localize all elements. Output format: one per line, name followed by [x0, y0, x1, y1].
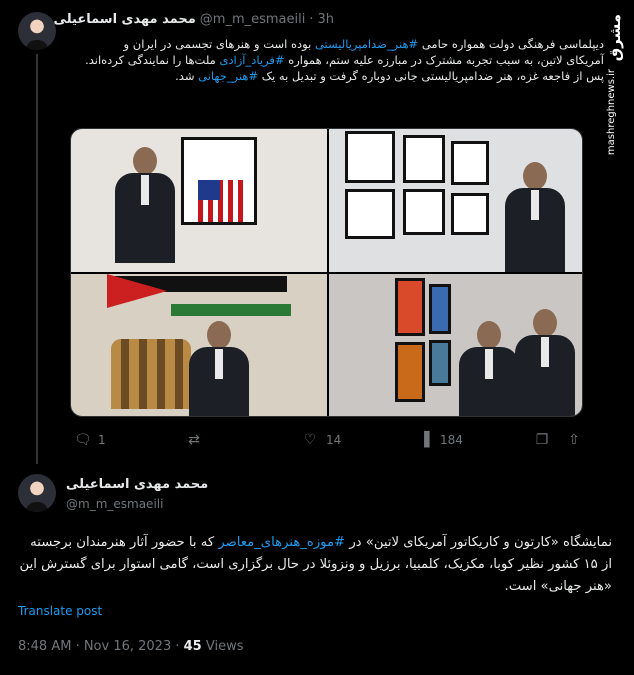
- views-icon: ▐: [418, 432, 430, 448]
- post-timestamp[interactable]: 8:48 AM · Nov 16, 2023 ·: [18, 639, 184, 654]
- page: محمد مهدی اسماعیلی @m_m_esmaeili · 3h دی…: [0, 0, 634, 675]
- like-button[interactable]: ♡ 14: [302, 432, 342, 448]
- views-label: Views: [201, 639, 244, 654]
- reply-icon: 🗨︎: [74, 432, 92, 448]
- hashtag-link[interactable]: #موزه_هنرهای_معاصر: [218, 535, 345, 550]
- hashtag-link[interactable]: #فریاد_آزادی: [219, 53, 284, 67]
- person: [189, 321, 249, 416]
- retweet-icon: ⇄: [188, 432, 200, 448]
- tweet1-actions: 🗨︎ 1 ⇄ ♡ 14 ▐ 184 ❐ ⇧: [74, 432, 584, 450]
- like-icon: ♡: [303, 432, 317, 448]
- tweet2-text: نمایشگاه «کارتون و کاریکاتور آمریکای لات…: [16, 532, 612, 598]
- cartoon-frame: [345, 131, 395, 183]
- author-name[interactable]: محمد مهدی اسماعیلی: [54, 12, 196, 27]
- photo-minister-flag-artwork[interactable]: [71, 129, 327, 272]
- text-segment: دیپلماسی فرهنگی دولت همواره حامی: [418, 37, 604, 51]
- views-count: 184: [440, 433, 463, 447]
- photo-cartoon-wall[interactable]: [329, 129, 582, 272]
- cartoon-frame: [451, 141, 489, 185]
- person: [505, 162, 565, 272]
- tweet1-header: محمد مهدی اسماعیلی @m_m_esmaeili · 3h: [54, 12, 334, 27]
- translate-post-link[interactable]: Translate post: [18, 604, 102, 618]
- reply-button[interactable]: 🗨︎ 1: [74, 432, 106, 448]
- cartoon-frame: [345, 189, 395, 239]
- bookmark-icon: ❐: [535, 432, 549, 448]
- separator-dot: ·: [309, 12, 314, 27]
- green-banner: [171, 304, 291, 316]
- sculpture-figures: [111, 339, 191, 409]
- author-handle[interactable]: @m_m_esmaeili: [200, 12, 306, 27]
- text-segment: شد.: [175, 69, 199, 83]
- views-button[interactable]: ▐ 184: [416, 432, 463, 448]
- timestamp[interactable]: 3h: [317, 12, 334, 27]
- avatar[interactable]: [18, 12, 56, 50]
- text-segment: ملت‌ها را نمایندگی کرده‌اند.: [85, 53, 220, 67]
- person: [459, 321, 519, 416]
- bookmark-button[interactable]: ❐: [534, 432, 550, 448]
- photo-palestine-sculpture[interactable]: [71, 274, 327, 416]
- retweet-button[interactable]: ⇄: [186, 432, 202, 448]
- watermark-logo: مشرق: [606, 14, 624, 62]
- like-count: 14: [326, 433, 342, 447]
- author-handle[interactable]: @m_m_esmaeili: [66, 497, 163, 511]
- text-segment: نمایشگاه «کارتون و کاریکاتور آمریکای لات…: [345, 535, 612, 550]
- views-count: 45: [183, 639, 202, 654]
- post-meta: 8:48 AM · Nov 16, 2023 · 45 Views: [18, 639, 243, 654]
- artwork-frame: [395, 342, 425, 402]
- text-segment: پس از فاجعه غزه، هنر ضدامپریالیستی جانی …: [258, 69, 604, 83]
- cartoon-frame: [451, 193, 489, 235]
- artwork-frame: [429, 284, 451, 334]
- artwork-frame: [395, 278, 425, 336]
- author-name[interactable]: محمد مهدی اسماعیلی: [66, 477, 208, 492]
- cartoon-frame: [403, 135, 445, 183]
- avatar[interactable]: [18, 474, 56, 512]
- thread-line: [36, 54, 38, 464]
- reply-count: 1: [98, 433, 106, 447]
- person: [115, 147, 181, 272]
- artwork-frame: [429, 340, 451, 386]
- person: [515, 309, 575, 416]
- share-icon: ⇧: [568, 432, 580, 448]
- photo-gallery-visit[interactable]: [329, 274, 582, 416]
- hashtag-link[interactable]: #هنر_جهانی: [198, 69, 258, 83]
- hashtag-link[interactable]: #هنر_ضدامپریالیستی: [315, 37, 418, 51]
- share-button[interactable]: ⇧: [566, 432, 582, 448]
- watermark: مشرق mashreghnews.ir: [606, 14, 626, 155]
- media-grid: [70, 128, 583, 417]
- cartoon-frame: [403, 189, 445, 235]
- tweet1-text: دیپلماسی فرهنگی دولت همواره حامی #هنر_ضد…: [84, 36, 604, 84]
- flag-artwork: [181, 137, 257, 225]
- watermark-url: mashreghnews.ir: [606, 69, 617, 156]
